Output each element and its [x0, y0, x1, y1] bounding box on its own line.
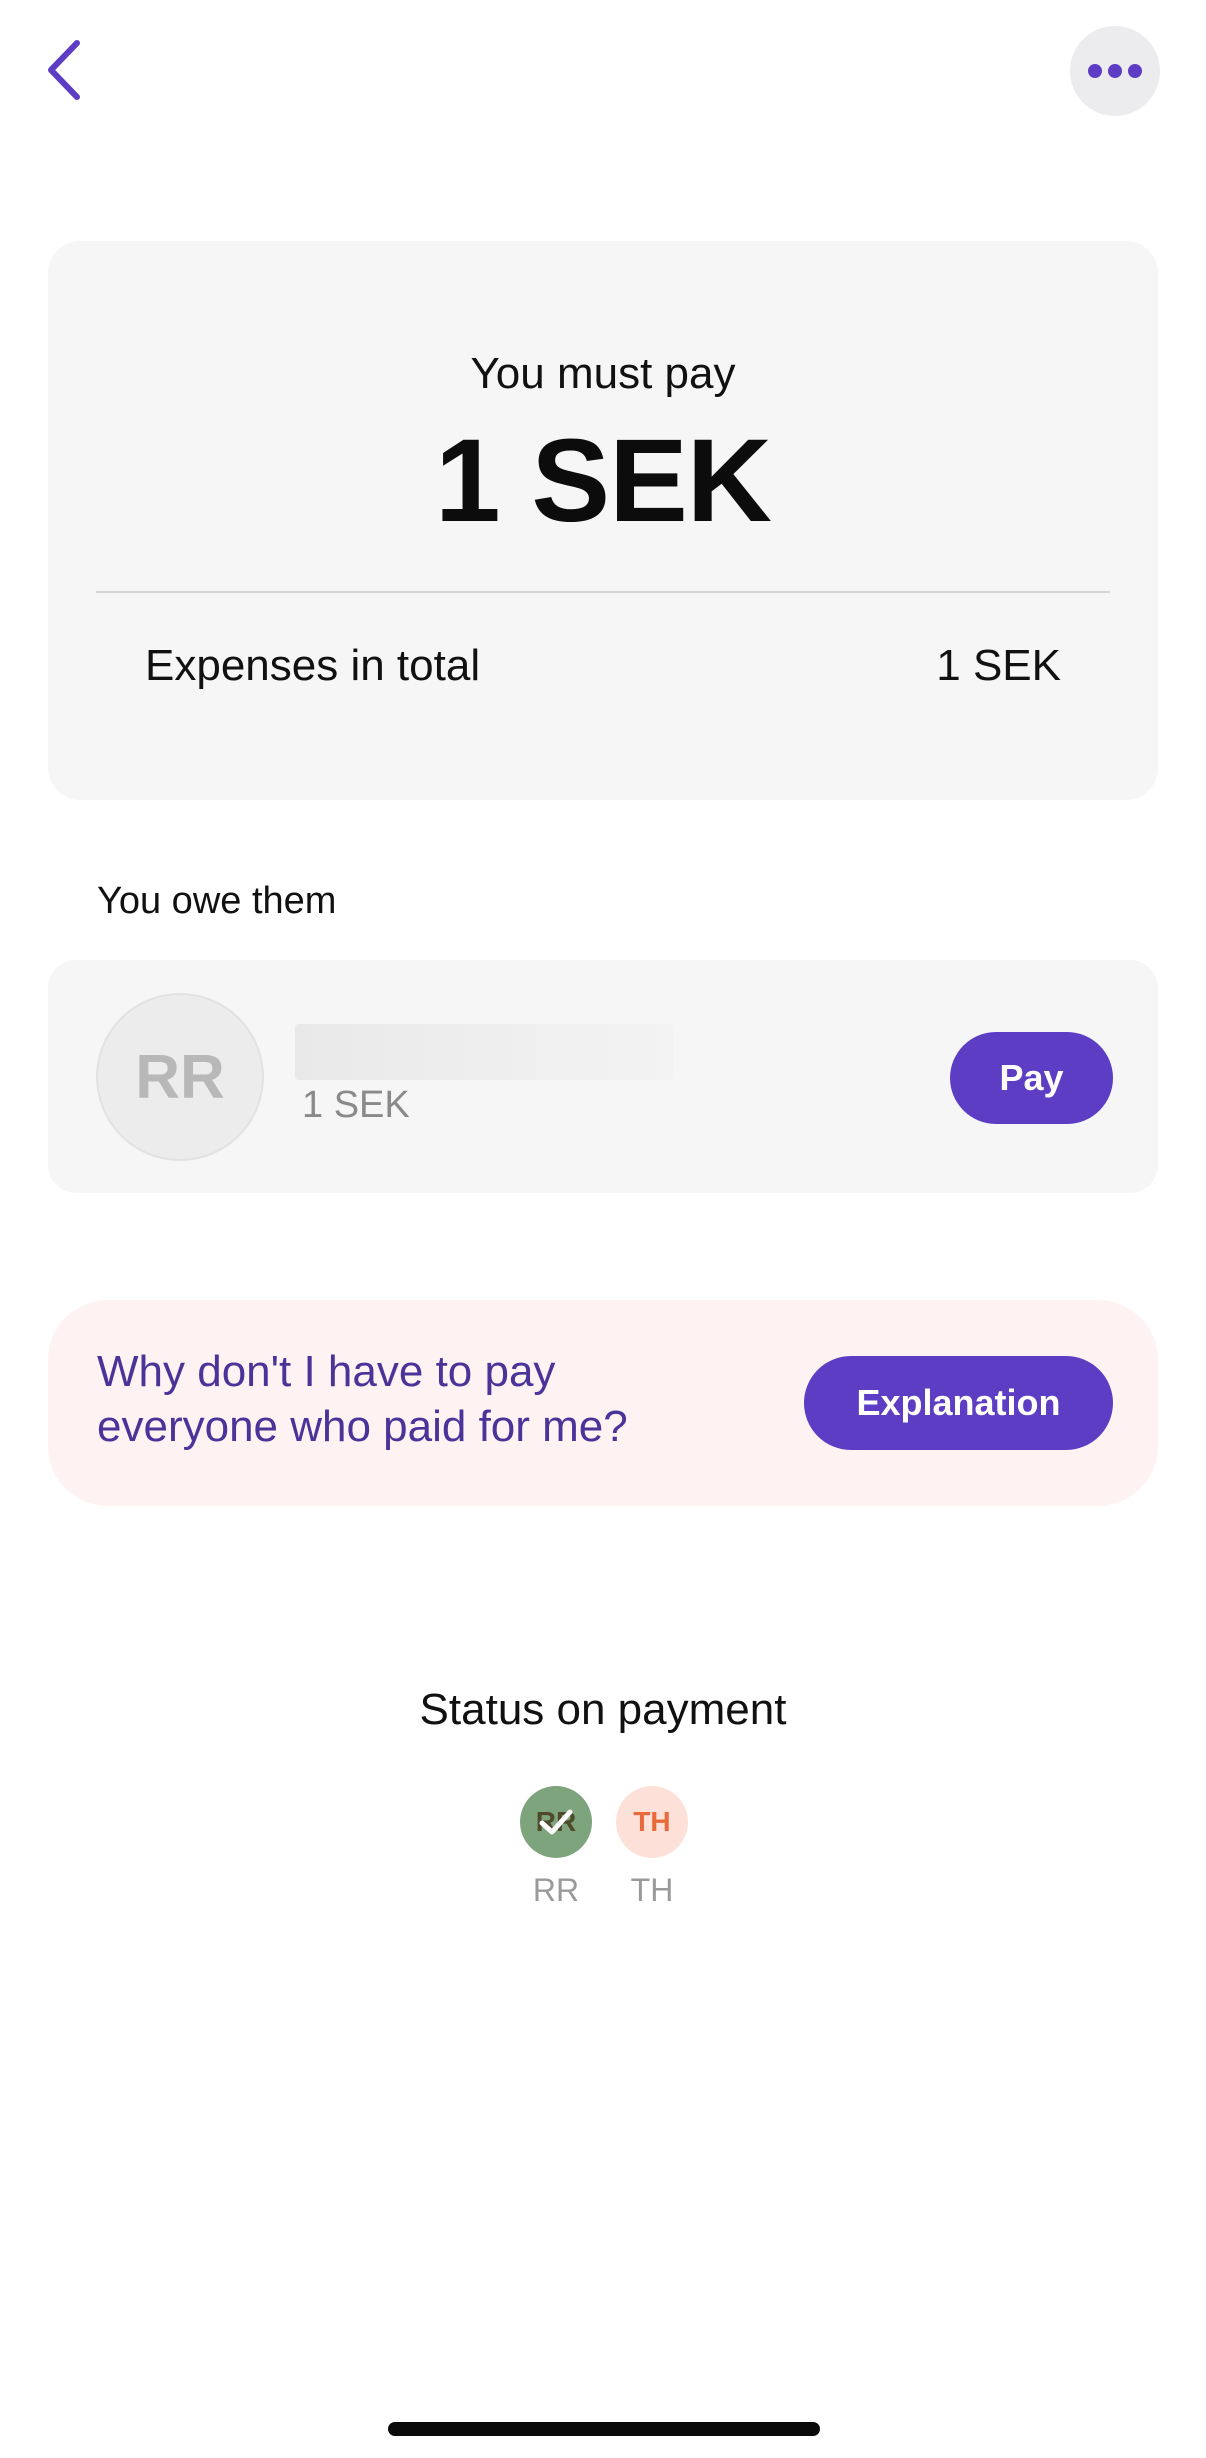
status-label-rr: RR — [532, 1872, 580, 1908]
expenses-total-label: Expenses in total — [145, 641, 481, 690]
owe-person-card: RR 1 SEK Pay — [48, 960, 1158, 1193]
must-pay-label: You must pay — [470, 349, 736, 398]
settlement-screen: You must pay 1 SEK Expenses in total 1 S… — [0, 0, 1206, 2458]
explanation-question: Why don't I have to pay everyone who pai… — [97, 1347, 628, 1451]
status-avatar-initials: TH — [633, 1806, 671, 1837]
explanation-banner: Why don't I have to pay everyone who pai… — [48, 1300, 1158, 1506]
owe-section-title: You owe them — [97, 880, 337, 922]
expenses-total-value: 1 SEK — [936, 641, 1061, 690]
back-button[interactable] — [30, 30, 100, 110]
checkmark-icon — [539, 1809, 573, 1835]
status-avatar-th[interactable]: TH — [616, 1786, 688, 1858]
payment-status-title: Status on payment — [419, 1685, 787, 1734]
avatar: RR — [96, 993, 264, 1161]
more-options-button[interactable] — [1070, 26, 1160, 116]
person-name-redacted — [295, 1024, 673, 1080]
status-avatar-rr[interactable]: RR — [520, 1786, 592, 1858]
owe-amount: 1 SEK — [302, 1084, 410, 1126]
chevron-left-icon — [48, 40, 80, 100]
more-horizontal-icon — [1088, 64, 1142, 78]
home-indicator[interactable] — [388, 2422, 820, 2436]
pay-button[interactable]: Pay — [950, 1032, 1113, 1124]
status-label-th: TH — [630, 1872, 674, 1908]
explanation-button[interactable]: Explanation — [804, 1356, 1113, 1450]
must-pay-amount: 1 SEK — [434, 415, 772, 547]
divider — [96, 591, 1110, 593]
payment-summary-card: You must pay 1 SEK Expenses in total 1 S… — [48, 241, 1158, 800]
